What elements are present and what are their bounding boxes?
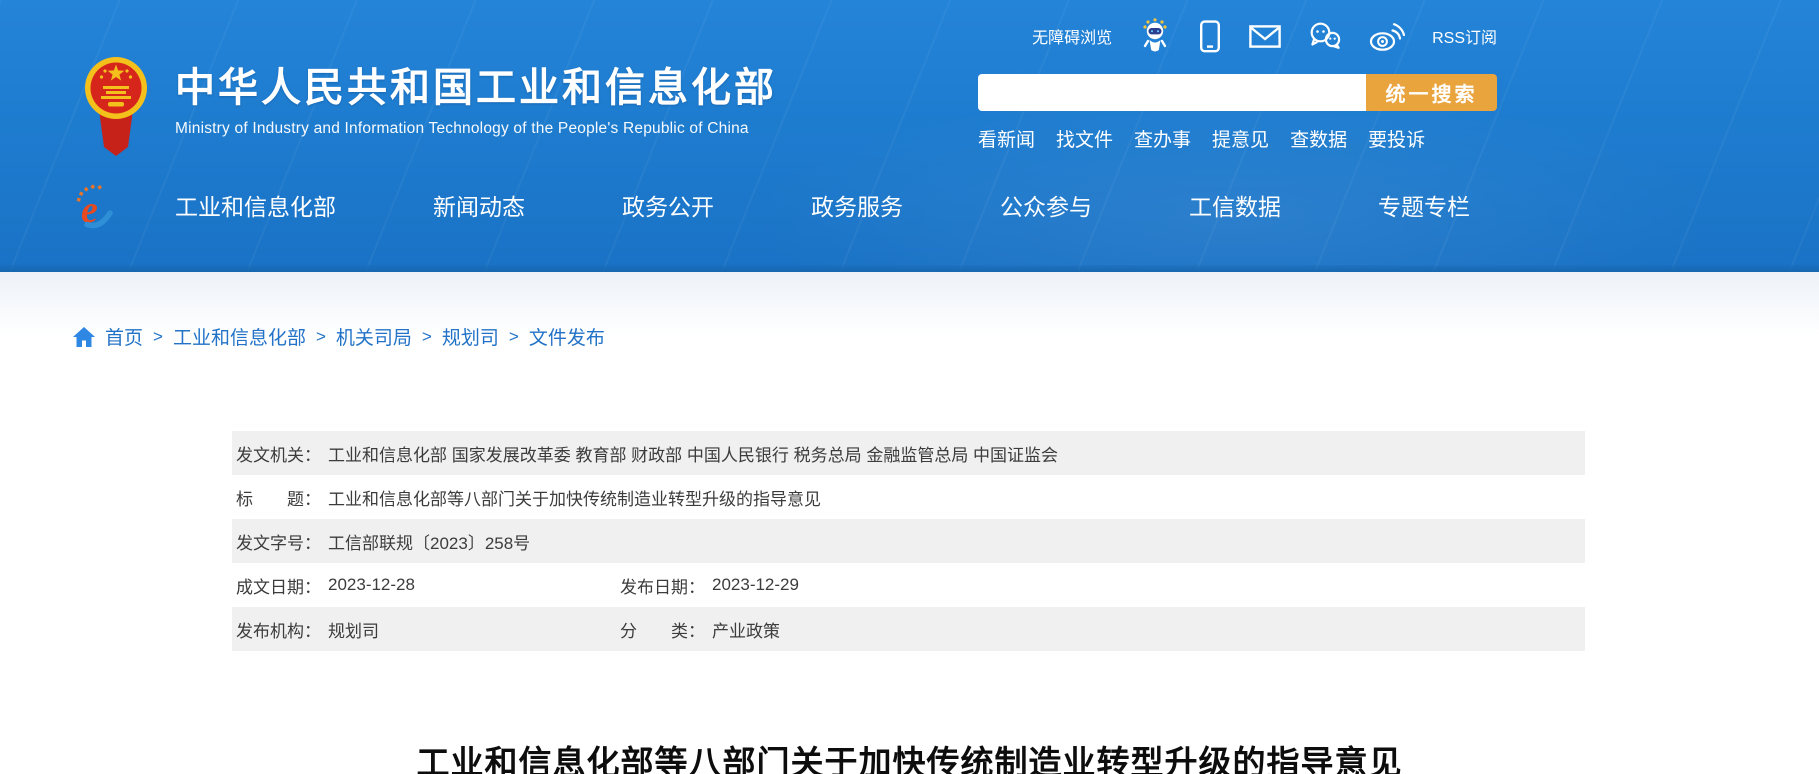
nav-item-special-topics[interactable]: 专题专栏 (1378, 188, 1470, 222)
quick-link-documents[interactable]: 找文件 (1056, 125, 1113, 152)
meta-cell: 发布日期： 2023-12-29 (620, 573, 799, 598)
quick-link-news[interactable]: 看新闻 (978, 125, 1035, 152)
meta-cell: 成文日期： 2023-12-28 (236, 573, 620, 598)
meta-value: 规划司 (328, 617, 379, 642)
meta-label: 分 类： (620, 617, 705, 642)
breadcrumb-document-release[interactable]: 文件发布 (529, 323, 605, 350)
meta-cell: 分 类： 产业政策 (620, 617, 780, 642)
nav-item-public-participation[interactable]: 公众参与 (1000, 188, 1092, 222)
accessibility-link[interactable]: 无障碍浏览 (1032, 24, 1112, 48)
quick-link-services[interactable]: 查办事 (1134, 125, 1191, 152)
breadcrumb-departments[interactable]: 机关司局 (336, 323, 412, 350)
meta-label: 发布日期： (620, 573, 705, 598)
meta-label: 发文字号： (236, 529, 321, 554)
meta-label: 成文日期： (236, 573, 321, 598)
quick-links: 看新闻 找文件 查办事 提意见 查数据 要投诉 (978, 125, 1497, 152)
nav-item-miit[interactable]: 工业和信息化部 (175, 188, 336, 222)
meta-value: 工信部联规〔2023〕258号 (328, 529, 530, 554)
site-brand: 中华人民共和国工业和信息化部 Ministry of Industry and … (84, 56, 777, 157)
nav-items: 工业和信息化部 新闻动态 政务公开 政务服务 公众参与 工信数据 专题专栏 (175, 188, 1470, 222)
meta-label: 发文机关： (236, 441, 321, 466)
miit-portal-page: 无障碍浏览 (0, 0, 1819, 774)
breadcrumb-separator: > (316, 327, 326, 347)
breadcrumb-home[interactable]: 首页 (105, 323, 143, 350)
breadcrumb-separator: > (509, 327, 519, 347)
header-bottom-edge (0, 265, 1819, 272)
rss-link[interactable]: RSS订阅 (1432, 24, 1497, 48)
breadcrumb-miit[interactable]: 工业和信息化部 (173, 323, 306, 350)
home-icon[interactable] (73, 327, 95, 347)
quick-link-feedback[interactable]: 提意见 (1212, 125, 1269, 152)
main-nav: e 工业和信息化部 新闻动态 政务公开 政务服务 公众参与 工信数据 专题专栏 (0, 176, 1819, 238)
national-emblem-icon (84, 56, 148, 157)
meta-value: 2023-12-28 (328, 575, 415, 595)
site-title: 中华人民共和国工业和信息化部 (175, 67, 777, 109)
brand-text: 中华人民共和国工业和信息化部 Ministry of Industry and … (175, 67, 777, 138)
nav-item-miit-data[interactable]: 工信数据 (1189, 188, 1281, 222)
site-header: 无障碍浏览 (0, 0, 1819, 272)
meta-cell: 发布机构： 规划司 (236, 617, 620, 642)
robot-mascot-icon[interactable] (1139, 18, 1171, 54)
meta-value: 2023-12-29 (712, 575, 799, 595)
meta-value: 工业和信息化部 国家发展改革委 教育部 财政部 中国人民银行 税务总局 金融监管… (328, 441, 1058, 466)
meta-row-publisher-category: 发布机构： 规划司 分 类： 产业政策 (232, 607, 1585, 651)
mail-icon[interactable] (1249, 25, 1281, 48)
breadcrumb-planning-dept[interactable]: 规划司 (442, 323, 499, 350)
unified-search-button[interactable]: 统一搜索 (1366, 74, 1497, 111)
search-area: 统一搜索 看新闻 找文件 查办事 提意见 查数据 要投诉 (978, 74, 1497, 152)
meta-value: 工业和信息化部等八部门关于加快传统制造业转型升级的指导意见 (328, 485, 821, 510)
nav-item-gov-disclosure[interactable]: 政务公开 (622, 188, 714, 222)
meta-label: 标 题： (236, 485, 321, 510)
search-row: 统一搜索 (978, 74, 1497, 111)
breadcrumb-separator: > (153, 327, 163, 347)
meta-cell: 标 题： 工业和信息化部等八部门关于加快传统制造业转型升级的指导意见 (236, 485, 821, 510)
quick-link-data[interactable]: 查数据 (1290, 125, 1347, 152)
meta-cell: 发文字号： 工信部联规〔2023〕258号 (236, 529, 530, 554)
meta-row-dates: 成文日期： 2023-12-28 发布日期： 2023-12-29 (232, 563, 1585, 607)
utility-bar: 无障碍浏览 (1032, 18, 1497, 54)
mobile-icon[interactable] (1198, 20, 1222, 53)
nav-item-news[interactable]: 新闻动态 (433, 188, 525, 222)
search-input[interactable] (978, 74, 1366, 111)
document-meta-table: 发文机关： 工业和信息化部 国家发展改革委 教育部 财政部 中国人民银行 税务总… (232, 431, 1585, 651)
article-title: 工业和信息化部等八部门关于加快传统制造业转型升级的指导意见 (0, 736, 1819, 774)
site-subtitle: Ministry of Industry and Information Tec… (175, 120, 777, 138)
wechat-icon[interactable] (1308, 22, 1342, 50)
breadcrumb: 首页 > 工业和信息化部 > 机关司局 > 规划司 > 文件发布 (73, 323, 605, 350)
meta-row-title: 标 题： 工业和信息化部等八部门关于加快传统制造业转型升级的指导意见 (232, 475, 1585, 519)
meta-row-issuing-agency: 发文机关： 工业和信息化部 国家发展改革委 教育部 财政部 中国人民银行 税务总… (232, 431, 1585, 475)
meta-label: 发布机构： (236, 617, 321, 642)
meta-row-document-number: 发文字号： 工信部联规〔2023〕258号 (232, 519, 1585, 563)
meta-cell: 发文机关： 工业和信息化部 国家发展改革委 教育部 财政部 中国人民银行 税务总… (236, 441, 1058, 466)
nav-item-gov-services[interactable]: 政务服务 (811, 188, 903, 222)
weibo-icon[interactable] (1369, 22, 1405, 51)
meta-value: 产业政策 (712, 617, 780, 642)
miit-e-logo-icon[interactable]: e (72, 182, 118, 230)
quick-link-complaint[interactable]: 要投诉 (1368, 125, 1425, 152)
breadcrumb-separator: > (422, 327, 432, 347)
